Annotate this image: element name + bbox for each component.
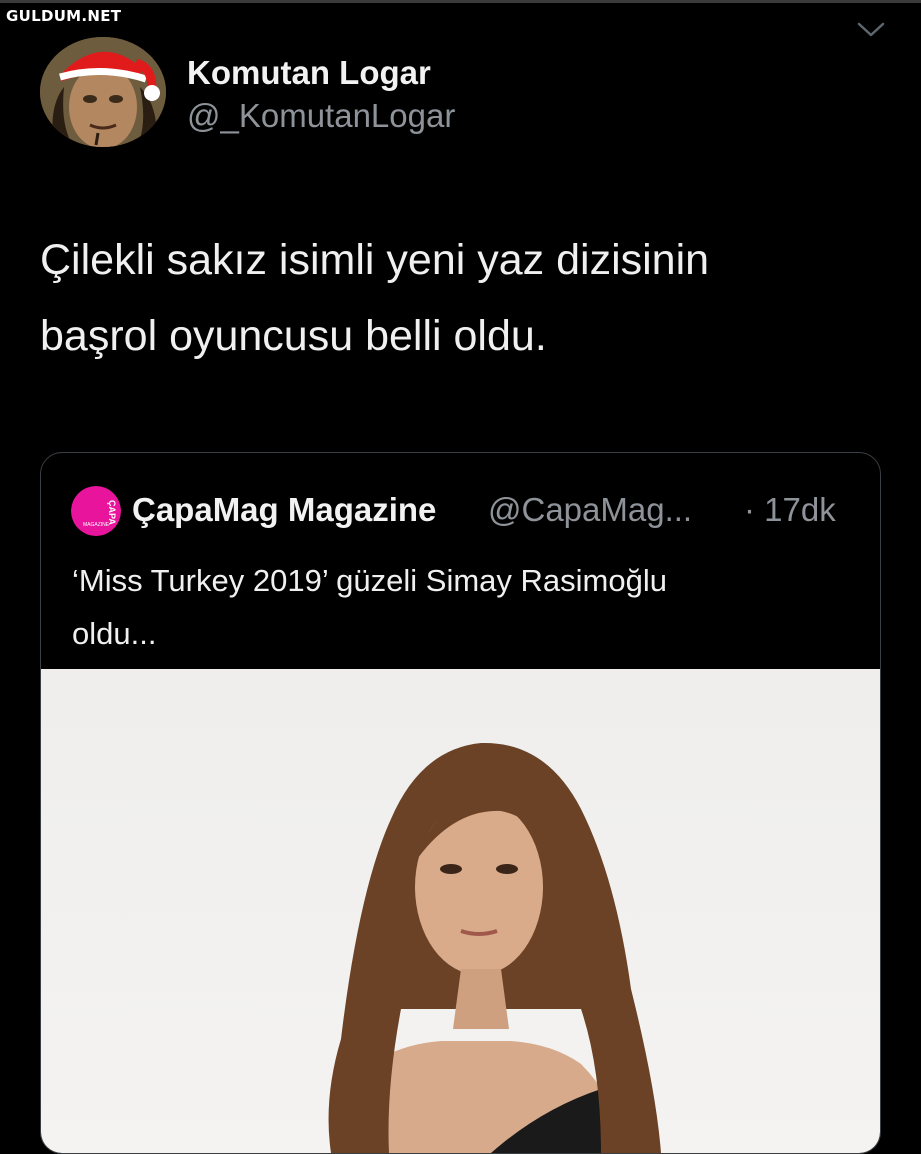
author-avatar[interactable] bbox=[40, 37, 166, 147]
top-divider bbox=[0, 0, 921, 3]
tweet-text-line: Çilekli sakız isimli yeni yaz dizisinin bbox=[40, 236, 710, 284]
quoted-text-line: oldu... bbox=[72, 616, 157, 651]
chevron-down-icon[interactable] bbox=[856, 20, 886, 40]
quoted-timestamp[interactable]: · 17dk bbox=[744, 491, 836, 529]
quoted-tweet-text: ‘Miss Turkey 2019’ güzeli Simay Rasimoğl… bbox=[72, 554, 852, 660]
quoted-author-avatar[interactable]: ÇAPA MAGAZINE bbox=[71, 486, 121, 536]
quoted-author-name[interactable]: ÇapaMag Magazine bbox=[132, 491, 436, 529]
author-handle[interactable]: @_KomutanLogar bbox=[187, 97, 455, 135]
tweet-text: Çilekli sakız isimli yeni yaz dizisinin … bbox=[40, 222, 890, 374]
quoted-tweet-card[interactable]: ÇAPA MAGAZINE ÇapaMag Magazine @CapaMag.… bbox=[40, 452, 881, 1154]
author-name[interactable]: Komutan Logar bbox=[187, 54, 431, 92]
quoted-avatar-subtext: MAGAZINE bbox=[83, 522, 110, 528]
quoted-text-line: ‘Miss Turkey 2019’ güzeli Simay Rasimoğl… bbox=[72, 563, 667, 598]
quoted-author-handle[interactable]: @CapaMag... bbox=[488, 491, 692, 529]
watermark: GULDUM.NET bbox=[6, 7, 122, 25]
tweet-text-line: başrol oyuncusu belli oldu. bbox=[40, 312, 547, 360]
quoted-photo[interactable] bbox=[41, 669, 880, 1153]
